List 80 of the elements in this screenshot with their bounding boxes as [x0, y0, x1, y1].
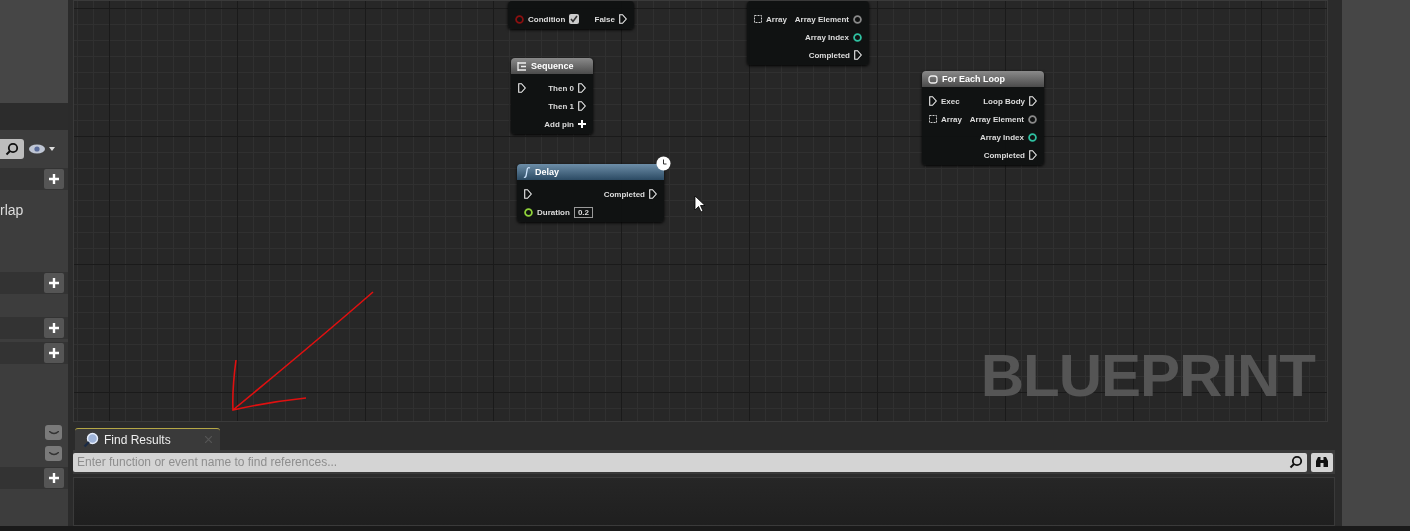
binoculars-icon [1315, 456, 1329, 468]
exec-pin-icon[interactable] [578, 101, 586, 111]
sequence-icon [517, 61, 527, 71]
pin-label: Duration [537, 207, 570, 217]
search-icon [5, 142, 19, 156]
exec-pin-icon[interactable] [518, 83, 526, 93]
function-icon [523, 166, 531, 178]
section-header[interactable] [0, 342, 68, 364]
pin-label: Completed [983, 150, 1025, 160]
pin-label: Then 1 [548, 101, 574, 111]
chevron-icon [48, 430, 59, 435]
pin-label: Array [941, 114, 962, 124]
loop-icon [928, 74, 938, 84]
pin-label: Condition [528, 14, 566, 24]
pin-label: Array Element [794, 14, 849, 24]
graph-canvas[interactable]: Condition False Array Array Element Array Index Completed Sequence Then 0 Then 1 Add pin Delay Completed Duration 0.2 For Each Loop Exec Loop Body Array Array Element Array Index Completed BLUEPRINT [73, 0, 1328, 422]
graph-node[interactable]: Array Array Element Array Index Completed [747, 1, 869, 65]
pin-label: Array Index [804, 32, 849, 42]
exec-pin-icon[interactable] [1029, 150, 1037, 160]
data-pin-icon[interactable] [1028, 132, 1037, 142]
graph-node[interactable]: For Each Loop Exec Loop Body Array Array Element Array Index Completed [922, 71, 1044, 165]
search-field[interactable] [0, 139, 24, 159]
plus-icon [49, 174, 59, 184]
exec-pin-icon[interactable] [619, 14, 627, 24]
array-pin-icon[interactable] [754, 15, 762, 23]
section-header[interactable] [0, 317, 68, 339]
mouse-pointer-icon [694, 195, 706, 213]
plus-icon [49, 323, 59, 333]
pin-label: Add pin [544, 119, 574, 129]
section-header[interactable] [0, 168, 68, 190]
collapse-button[interactable] [45, 446, 62, 461]
pin-label: Completed [603, 189, 645, 199]
exec-pin-icon[interactable] [929, 96, 937, 106]
graph-node[interactable]: Delay Completed Duration 0.2 [517, 164, 664, 222]
pin-label: Array Index [979, 132, 1024, 142]
section-header[interactable] [0, 272, 68, 294]
array-pin-icon[interactable] [929, 115, 937, 123]
checkbox[interactable] [569, 14, 580, 24]
exec-pin-icon[interactable] [524, 189, 532, 199]
exec-pin-icon[interactable] [578, 83, 586, 93]
find-results-tab[interactable]: Find Results [75, 428, 220, 450]
find-button[interactable] [1311, 452, 1333, 472]
pin-label: False [594, 14, 615, 24]
add-button[interactable] [44, 318, 64, 338]
node-title: Sequence [531, 61, 574, 71]
pin-label: Then 0 [548, 83, 574, 93]
plus-icon [49, 348, 59, 358]
node-title: Delay [535, 167, 560, 177]
data-pin-icon[interactable] [853, 32, 862, 42]
search-icon [1289, 454, 1303, 469]
exec-pin-icon[interactable] [1029, 96, 1037, 106]
data-pin-icon[interactable] [1028, 114, 1037, 124]
node-title: For Each Loop [942, 74, 1005, 84]
data-pin-icon[interactable] [853, 14, 862, 24]
exec-pin-icon[interactable] [649, 189, 657, 199]
eye-icon[interactable] [28, 143, 56, 155]
graph-watermark: BLUEPRINT [980, 341, 1315, 410]
plus-icon [49, 473, 59, 483]
plus-icon[interactable] [578, 120, 586, 128]
pin-label: Completed [808, 50, 850, 60]
add-button[interactable] [44, 343, 64, 363]
pin-label: Loop Body [983, 96, 1025, 106]
add-button[interactable] [44, 169, 64, 189]
plus-icon [49, 278, 59, 288]
search-field[interactable]: Enter function or event name to find references... [73, 452, 1307, 472]
section-header[interactable] [0, 467, 68, 489]
graph-node[interactable]: Condition False [508, 1, 634, 29]
pin-label: Array [766, 14, 787, 24]
value-field[interactable]: 0.2 [573, 206, 593, 218]
chevron-icon [48, 451, 59, 456]
add-button[interactable] [44, 468, 64, 488]
data-pin-icon[interactable] [524, 207, 533, 217]
pin-label: Array Element [969, 114, 1024, 124]
exec-pin-icon[interactable] [854, 50, 862, 60]
graph-node[interactable]: Sequence Then 0 Then 1 Add pin [511, 58, 593, 134]
list-item-label[interactable]: rlap [0, 202, 24, 218]
collapse-button[interactable] [45, 425, 62, 440]
search-icon [83, 431, 99, 448]
pin-label: Exec [941, 96, 960, 106]
add-button[interactable] [44, 273, 64, 293]
